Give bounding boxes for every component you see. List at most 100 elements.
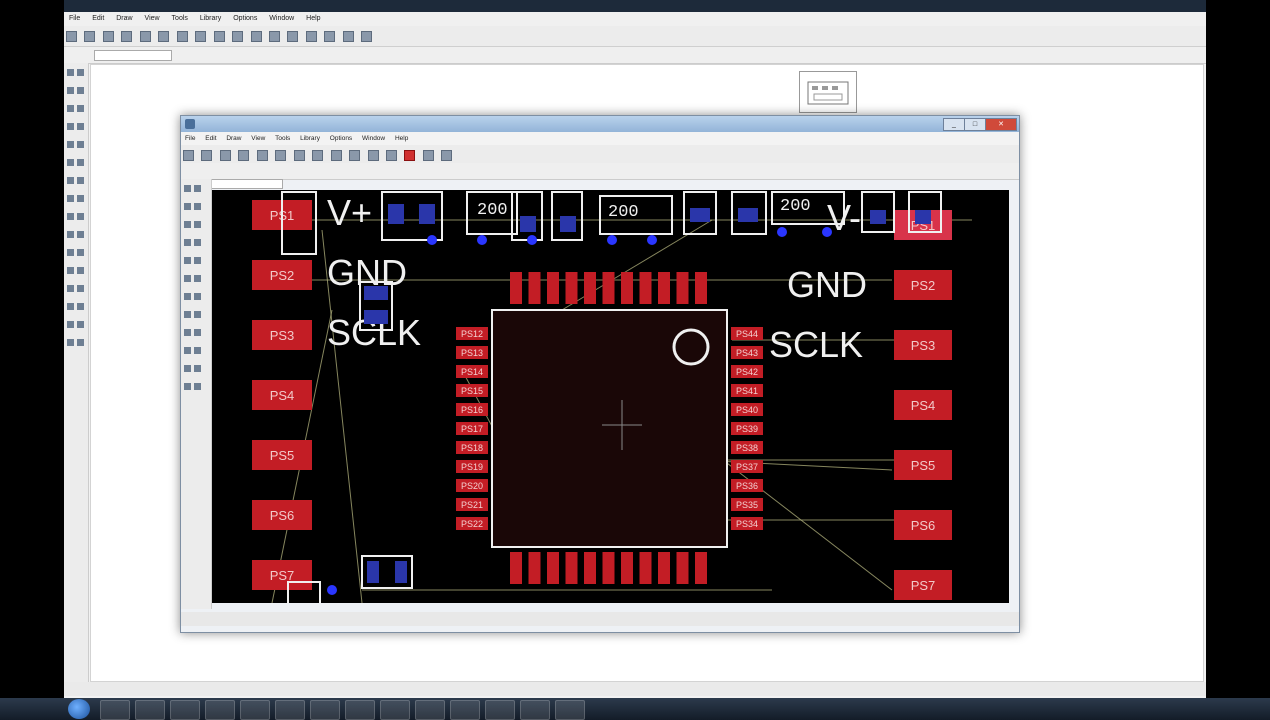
stop-icon-red[interactable] bbox=[404, 150, 416, 161]
board-ripup-icon[interactable] bbox=[184, 311, 191, 318]
board-hole-icon[interactable] bbox=[194, 365, 201, 372]
taskbar-app-8-icon[interactable] bbox=[345, 700, 375, 720]
menu-edit[interactable]: Edit bbox=[87, 12, 109, 26]
mirror-icon[interactable] bbox=[67, 123, 74, 130]
menu-options[interactable]: Options bbox=[228, 12, 262, 26]
board-change-icon[interactable] bbox=[194, 239, 201, 246]
info-icon[interactable] bbox=[67, 69, 74, 76]
board-menu-library[interactable]: Library bbox=[296, 132, 324, 145]
board-zoom-out-icon[interactable] bbox=[330, 150, 342, 161]
board-coordinate-field[interactable] bbox=[209, 179, 283, 189]
board-menu-edit[interactable]: Edit bbox=[201, 132, 220, 145]
board-name-icon[interactable] bbox=[184, 275, 191, 282]
polygon-icon[interactable] bbox=[77, 285, 84, 292]
board-circle-icon[interactable] bbox=[194, 329, 201, 336]
taskbar-media-icon[interactable] bbox=[170, 700, 200, 720]
taskbar-app-7-icon[interactable] bbox=[310, 700, 340, 720]
change-icon[interactable] bbox=[77, 141, 84, 148]
help-icon[interactable] bbox=[361, 31, 373, 42]
taskbar-app-1-icon[interactable] bbox=[100, 700, 130, 720]
ripup-icon[interactable] bbox=[77, 231, 84, 238]
show-icon[interactable] bbox=[77, 69, 84, 76]
board-split-icon[interactable] bbox=[184, 293, 191, 300]
menu-help[interactable]: Help bbox=[301, 12, 325, 26]
route-icon[interactable] bbox=[67, 231, 74, 238]
errors-icon[interactable] bbox=[77, 339, 84, 346]
board-open-icon[interactable] bbox=[183, 150, 194, 161]
value-icon[interactable] bbox=[67, 195, 74, 202]
via-icon[interactable] bbox=[67, 303, 74, 310]
board-move-icon[interactable] bbox=[184, 203, 191, 210]
taskbar-app-13-icon[interactable] bbox=[520, 700, 550, 720]
board-rotate-icon[interactable] bbox=[194, 221, 201, 228]
board-help-icon[interactable] bbox=[441, 150, 453, 161]
taskbar-app-14-icon[interactable] bbox=[555, 700, 585, 720]
menu-library[interactable]: Library bbox=[195, 12, 226, 26]
delete-icon[interactable] bbox=[77, 159, 84, 166]
copy-icon[interactable] bbox=[77, 105, 84, 112]
script-icon[interactable] bbox=[158, 31, 170, 42]
taskbar-app-6-icon[interactable] bbox=[275, 700, 305, 720]
text-icon[interactable] bbox=[77, 249, 84, 256]
zoom-fit-icon[interactable] bbox=[195, 31, 207, 42]
pcb-layout-canvas[interactable]: PS1 PS2 PS3 PS4 PS5 PS6 PS7 PS1 PS2 PS3 PS4 PS5 PS6 P… bbox=[212, 190, 1009, 603]
close-button[interactable]: ✕ bbox=[985, 118, 1017, 131]
board-info-icon[interactable] bbox=[184, 185, 191, 192]
ratsnest-icon[interactable] bbox=[77, 321, 84, 328]
taskbar-app-12-icon[interactable] bbox=[485, 700, 515, 720]
group-icon[interactable] bbox=[67, 141, 74, 148]
paste-icon[interactable] bbox=[67, 159, 74, 166]
board-undo-icon[interactable] bbox=[367, 150, 379, 161]
rotate-icon[interactable] bbox=[77, 123, 84, 130]
board-show-icon[interactable] bbox=[194, 185, 201, 192]
board-mirror-icon[interactable] bbox=[184, 221, 191, 228]
board-menu-window[interactable]: Window bbox=[358, 132, 389, 145]
zoom-select-icon[interactable] bbox=[268, 31, 280, 42]
board-text-icon[interactable] bbox=[184, 329, 191, 336]
board-cam-icon[interactable] bbox=[238, 150, 250, 161]
maximize-button[interactable]: □ bbox=[964, 118, 986, 131]
board-add-icon[interactable] bbox=[194, 257, 201, 264]
miter-icon[interactable] bbox=[77, 213, 84, 220]
board-group-icon[interactable] bbox=[184, 239, 191, 246]
add-icon[interactable] bbox=[67, 177, 74, 184]
board-drc-icon[interactable] bbox=[194, 383, 201, 390]
board-go-icon[interactable] bbox=[422, 150, 434, 161]
cam-icon[interactable] bbox=[121, 31, 133, 42]
redo-icon[interactable] bbox=[305, 31, 317, 42]
board-ratsnest-icon[interactable] bbox=[184, 383, 191, 390]
board-route-icon[interactable] bbox=[194, 293, 201, 300]
board-menu-tools[interactable]: Tools bbox=[271, 132, 294, 145]
stop-icon[interactable] bbox=[324, 31, 336, 42]
taskbar-app-11-icon[interactable] bbox=[450, 700, 480, 720]
taskbar-app-5-icon[interactable] bbox=[240, 700, 270, 720]
arc-icon[interactable] bbox=[77, 267, 84, 274]
minimize-button[interactable]: _ bbox=[943, 118, 965, 131]
mark-icon[interactable] bbox=[77, 87, 84, 94]
save-icon[interactable] bbox=[84, 31, 96, 42]
board-script-icon[interactable] bbox=[275, 150, 287, 161]
board-redraw-icon[interactable] bbox=[349, 150, 361, 161]
board-copy-icon[interactable] bbox=[194, 203, 201, 210]
undo-icon[interactable] bbox=[287, 31, 299, 42]
signal-icon[interactable] bbox=[77, 303, 84, 310]
menu-file[interactable]: File bbox=[64, 12, 85, 26]
rect-icon[interactable] bbox=[67, 285, 74, 292]
board-polygon-icon[interactable] bbox=[194, 347, 201, 354]
taskbar-explorer-icon[interactable] bbox=[135, 700, 165, 720]
print-icon[interactable] bbox=[102, 31, 114, 42]
open-icon[interactable] bbox=[66, 31, 77, 42]
coordinate-field[interactable] bbox=[94, 50, 172, 61]
redraw-icon[interactable] bbox=[250, 31, 262, 42]
go-icon[interactable] bbox=[342, 31, 354, 42]
menu-window[interactable]: Window bbox=[264, 12, 299, 26]
hole-icon[interactable] bbox=[67, 321, 74, 328]
menu-tools[interactable]: Tools bbox=[167, 12, 193, 26]
board-icon[interactable] bbox=[139, 31, 151, 42]
board-zoom-in-icon[interactable] bbox=[312, 150, 324, 161]
menu-draw[interactable]: Draw bbox=[111, 12, 137, 26]
board-schematic-icon[interactable] bbox=[256, 150, 268, 161]
zoom-in-icon[interactable] bbox=[213, 31, 225, 42]
board-wire-icon[interactable] bbox=[194, 311, 201, 318]
board-via-icon[interactable] bbox=[184, 365, 191, 372]
